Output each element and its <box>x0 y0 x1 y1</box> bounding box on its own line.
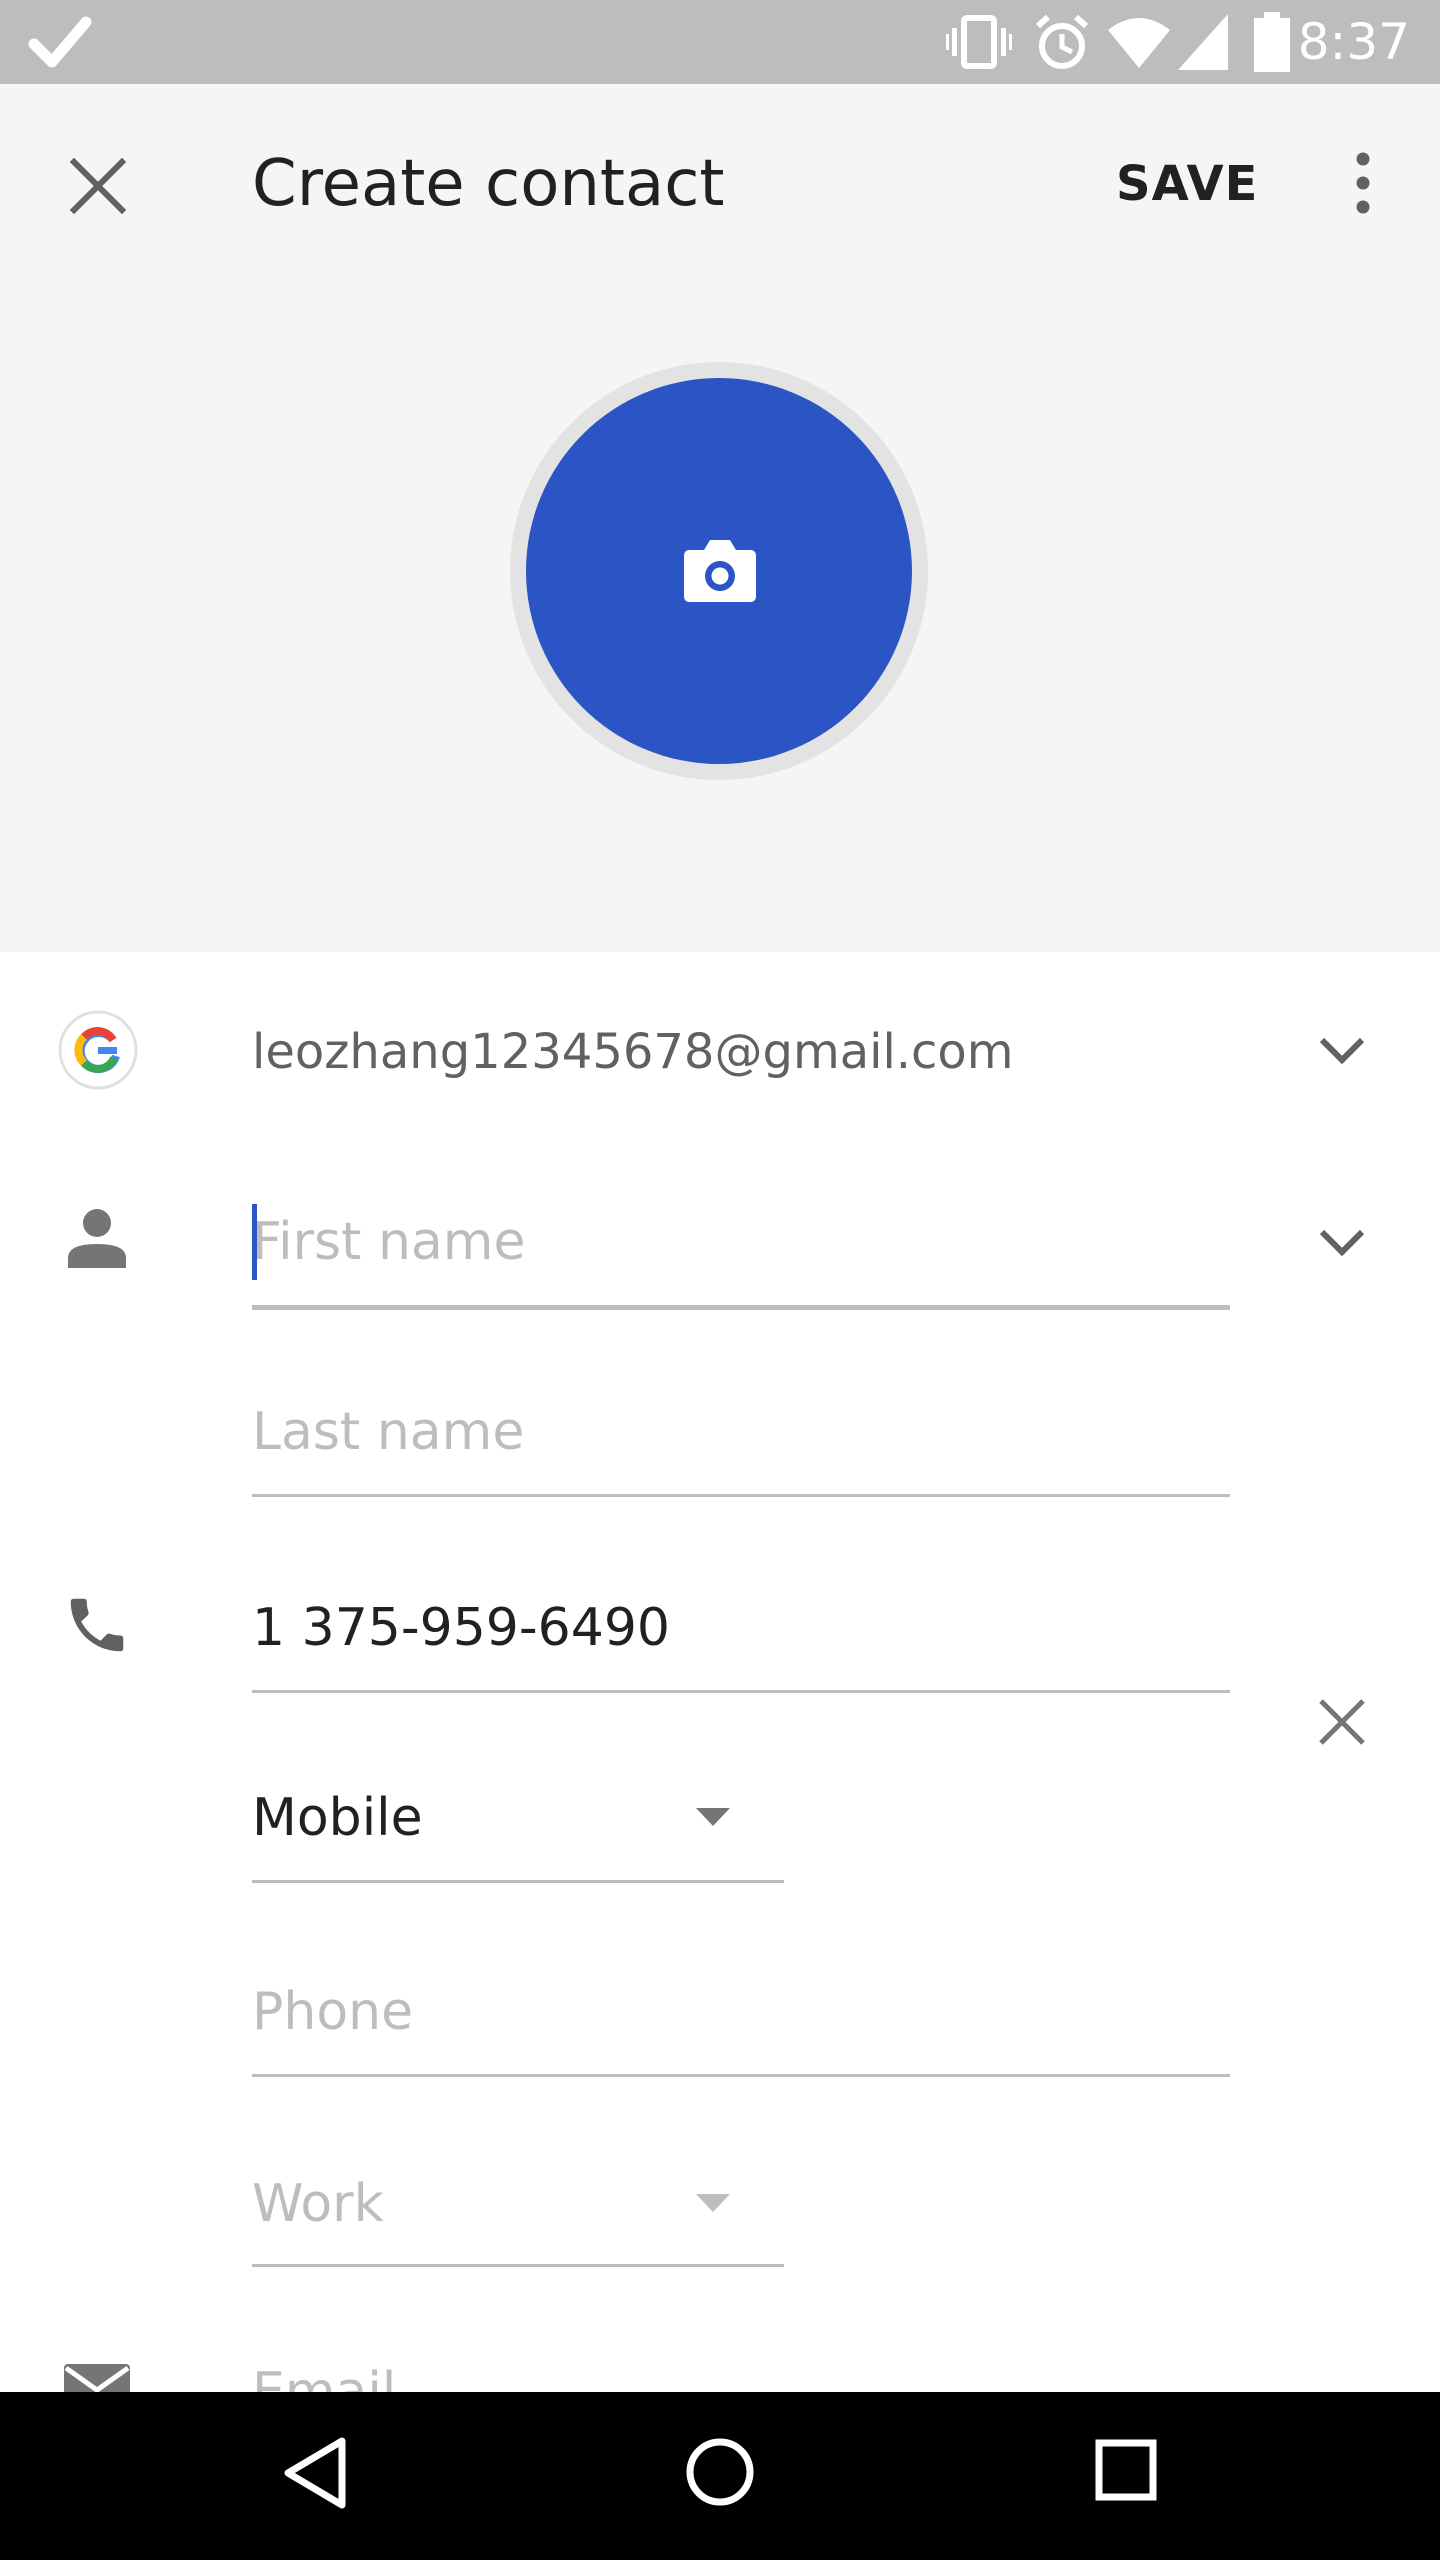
first-name-underline <box>252 1305 1230 1310</box>
alarm-icon <box>1035 14 1089 69</box>
account-email[interactable]: leozhang12345678@gmail.com <box>252 1016 1014 1088</box>
first-name-field[interactable]: First name <box>252 1206 525 1278</box>
expand-name-chevron-icon[interactable] <box>1318 1228 1366 1258</box>
work-type-dropdown-icon[interactable] <box>696 2194 730 2212</box>
last-name-underline <box>252 1494 1230 1497</box>
cellular-signal-icon <box>1178 14 1228 70</box>
back-icon[interactable] <box>282 2436 348 2510</box>
battery-icon <box>1254 12 1290 72</box>
account-chevron-down-icon[interactable] <box>1318 1036 1366 1066</box>
page-title: Create contact <box>252 147 725 221</box>
check-notification-icon <box>28 16 92 68</box>
phone-number-underline <box>252 1690 1230 1693</box>
more-options-icon[interactable] <box>1340 150 1386 216</box>
home-icon[interactable] <box>684 2436 756 2508</box>
vibrate-icon <box>946 15 1012 69</box>
phone-icon <box>70 1598 124 1652</box>
phone-number-field[interactable]: 1 375-959-6490 <box>252 1592 670 1664</box>
status-time: 8:37 <box>1297 13 1410 71</box>
phone-type-dropdown-icon[interactable] <box>696 1808 730 1826</box>
phone-empty-underline <box>252 2074 1230 2077</box>
remove-phone-icon[interactable] <box>1316 1696 1368 1748</box>
phone-type-select[interactable]: Mobile <box>252 1782 423 1854</box>
phone-field-empty[interactable]: Phone <box>252 1976 413 2048</box>
save-button[interactable]: SAVE <box>1116 148 1258 220</box>
wifi-icon <box>1108 18 1170 68</box>
close-icon[interactable] <box>68 156 128 216</box>
recents-icon[interactable] <box>1094 2438 1158 2502</box>
work-type-underline <box>252 2264 784 2267</box>
person-icon <box>68 1209 126 1268</box>
google-account-icon <box>58 1010 138 1090</box>
phone-type-select-work[interactable]: Work <box>252 2168 384 2240</box>
status-bar: 8:37 <box>0 0 1440 84</box>
phone-type-underline <box>252 1880 784 1883</box>
camera-icon <box>684 540 756 602</box>
last-name-field[interactable]: Last name <box>252 1396 524 1468</box>
navigation-bar <box>0 2392 1440 2560</box>
